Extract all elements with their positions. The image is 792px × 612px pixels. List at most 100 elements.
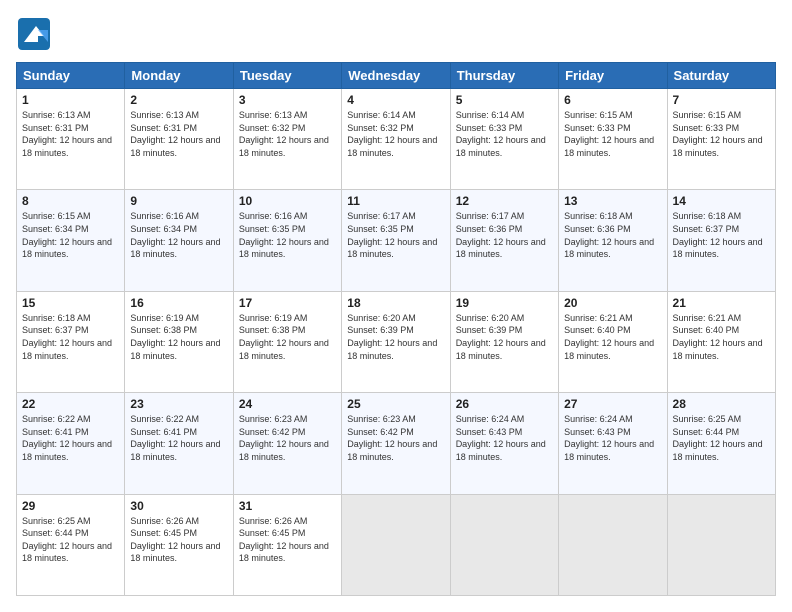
day-info: Sunrise: 6:15 AMSunset: 6:33 PMDaylight:… <box>564 109 661 159</box>
day-info: Sunrise: 6:17 AMSunset: 6:35 PMDaylight:… <box>347 210 444 260</box>
day-number: 9 <box>130 194 227 208</box>
calendar-week-row: 15 Sunrise: 6:18 AMSunset: 6:37 PMDayligh… <box>17 291 776 392</box>
calendar-week-row: 1 Sunrise: 6:13 AMSunset: 6:31 PMDaylight… <box>17 89 776 190</box>
day-number: 6 <box>564 93 661 107</box>
day-info: Sunrise: 6:18 AMSunset: 6:37 PMDaylight:… <box>673 210 770 260</box>
day-number: 30 <box>130 499 227 513</box>
day-number: 26 <box>456 397 553 411</box>
day-info: Sunrise: 6:19 AMSunset: 6:38 PMDaylight:… <box>130 312 227 362</box>
day-info: Sunrise: 6:16 AMSunset: 6:35 PMDaylight:… <box>239 210 336 260</box>
day-info: Sunrise: 6:22 AMSunset: 6:41 PMDaylight:… <box>22 413 119 463</box>
day-info: Sunrise: 6:15 AMSunset: 6:33 PMDaylight:… <box>673 109 770 159</box>
day-number: 29 <box>22 499 119 513</box>
calendar-day-cell: 11 Sunrise: 6:17 AMSunset: 6:35 PMDayligh… <box>342 190 450 291</box>
logo <box>16 16 56 52</box>
day-number: 14 <box>673 194 770 208</box>
day-number: 31 <box>239 499 336 513</box>
day-number: 11 <box>347 194 444 208</box>
day-number: 5 <box>456 93 553 107</box>
logo-icon <box>16 16 52 52</box>
calendar-day-cell: 28 Sunrise: 6:25 AMSunset: 6:44 PMDayligh… <box>667 393 775 494</box>
day-info: Sunrise: 6:20 AMSunset: 6:39 PMDaylight:… <box>347 312 444 362</box>
calendar-day-cell: 15 Sunrise: 6:18 AMSunset: 6:37 PMDayligh… <box>17 291 125 392</box>
calendar-week-row: 29 Sunrise: 6:25 AMSunset: 6:44 PMDayligh… <box>17 494 776 595</box>
day-info: Sunrise: 6:14 AMSunset: 6:32 PMDaylight:… <box>347 109 444 159</box>
day-number: 18 <box>347 296 444 310</box>
calendar-day-cell: 9 Sunrise: 6:16 AMSunset: 6:34 PMDaylight… <box>125 190 233 291</box>
calendar-week-row: 22 Sunrise: 6:22 AMSunset: 6:41 PMDayligh… <box>17 393 776 494</box>
calendar-day-cell: 26 Sunrise: 6:24 AMSunset: 6:43 PMDayligh… <box>450 393 558 494</box>
day-info: Sunrise: 6:25 AMSunset: 6:44 PMDaylight:… <box>673 413 770 463</box>
calendar-day-cell: 6 Sunrise: 6:15 AMSunset: 6:33 PMDaylight… <box>559 89 667 190</box>
day-number: 17 <box>239 296 336 310</box>
calendar-day-cell: 18 Sunrise: 6:20 AMSunset: 6:39 PMDayligh… <box>342 291 450 392</box>
day-info: Sunrise: 6:23 AMSunset: 6:42 PMDaylight:… <box>347 413 444 463</box>
page: SundayMondayTuesdayWednesdayThursdayFrid… <box>0 0 792 612</box>
day-number: 27 <box>564 397 661 411</box>
day-info: Sunrise: 6:13 AMSunset: 6:32 PMDaylight:… <box>239 109 336 159</box>
day-info: Sunrise: 6:24 AMSunset: 6:43 PMDaylight:… <box>564 413 661 463</box>
day-number: 2 <box>130 93 227 107</box>
calendar-day-cell <box>559 494 667 595</box>
day-number: 23 <box>130 397 227 411</box>
day-info: Sunrise: 6:18 AMSunset: 6:36 PMDaylight:… <box>564 210 661 260</box>
calendar-header-cell: Thursday <box>450 63 558 89</box>
calendar-day-cell: 21 Sunrise: 6:21 AMSunset: 6:40 PMDayligh… <box>667 291 775 392</box>
day-info: Sunrise: 6:20 AMSunset: 6:39 PMDaylight:… <box>456 312 553 362</box>
day-number: 4 <box>347 93 444 107</box>
day-info: Sunrise: 6:15 AMSunset: 6:34 PMDaylight:… <box>22 210 119 260</box>
day-number: 21 <box>673 296 770 310</box>
day-number: 7 <box>673 93 770 107</box>
day-number: 20 <box>564 296 661 310</box>
day-number: 10 <box>239 194 336 208</box>
day-number: 24 <box>239 397 336 411</box>
day-info: Sunrise: 6:16 AMSunset: 6:34 PMDaylight:… <box>130 210 227 260</box>
calendar-day-cell <box>667 494 775 595</box>
day-info: Sunrise: 6:13 AMSunset: 6:31 PMDaylight:… <box>130 109 227 159</box>
day-info: Sunrise: 6:17 AMSunset: 6:36 PMDaylight:… <box>456 210 553 260</box>
calendar-day-cell: 16 Sunrise: 6:19 AMSunset: 6:38 PMDayligh… <box>125 291 233 392</box>
day-info: Sunrise: 6:14 AMSunset: 6:33 PMDaylight:… <box>456 109 553 159</box>
day-number: 13 <box>564 194 661 208</box>
calendar-header-cell: Sunday <box>17 63 125 89</box>
calendar-day-cell: 5 Sunrise: 6:14 AMSunset: 6:33 PMDaylight… <box>450 89 558 190</box>
day-number: 16 <box>130 296 227 310</box>
day-info: Sunrise: 6:18 AMSunset: 6:37 PMDaylight:… <box>22 312 119 362</box>
day-info: Sunrise: 6:13 AMSunset: 6:31 PMDaylight:… <box>22 109 119 159</box>
calendar-day-cell: 4 Sunrise: 6:14 AMSunset: 6:32 PMDaylight… <box>342 89 450 190</box>
day-number: 15 <box>22 296 119 310</box>
day-info: Sunrise: 6:21 AMSunset: 6:40 PMDaylight:… <box>564 312 661 362</box>
day-info: Sunrise: 6:19 AMSunset: 6:38 PMDaylight:… <box>239 312 336 362</box>
calendar-day-cell: 25 Sunrise: 6:23 AMSunset: 6:42 PMDayligh… <box>342 393 450 494</box>
calendar-day-cell <box>450 494 558 595</box>
day-info: Sunrise: 6:25 AMSunset: 6:44 PMDaylight:… <box>22 515 119 565</box>
calendar-header-row: SundayMondayTuesdayWednesdayThursdayFrid… <box>17 63 776 89</box>
calendar-body: 1 Sunrise: 6:13 AMSunset: 6:31 PMDaylight… <box>17 89 776 596</box>
calendar-day-cell: 19 Sunrise: 6:20 AMSunset: 6:39 PMDayligh… <box>450 291 558 392</box>
day-info: Sunrise: 6:24 AMSunset: 6:43 PMDaylight:… <box>456 413 553 463</box>
calendar-day-cell: 14 Sunrise: 6:18 AMSunset: 6:37 PMDayligh… <box>667 190 775 291</box>
calendar-day-cell: 27 Sunrise: 6:24 AMSunset: 6:43 PMDayligh… <box>559 393 667 494</box>
calendar-day-cell: 29 Sunrise: 6:25 AMSunset: 6:44 PMDayligh… <box>17 494 125 595</box>
calendar-day-cell: 17 Sunrise: 6:19 AMSunset: 6:38 PMDayligh… <box>233 291 341 392</box>
calendar-day-cell: 3Sunrise: 6:13 AMSunset: 6:32 PMDaylight… <box>233 89 341 190</box>
calendar-day-cell: 7 Sunrise: 6:15 AMSunset: 6:33 PMDaylight… <box>667 89 775 190</box>
day-number: 22 <box>22 397 119 411</box>
day-number: 1 <box>22 93 119 107</box>
day-number: 19 <box>456 296 553 310</box>
day-number: 8 <box>22 194 119 208</box>
calendar-day-cell: 20 Sunrise: 6:21 AMSunset: 6:40 PMDayligh… <box>559 291 667 392</box>
day-info: Sunrise: 6:22 AMSunset: 6:41 PMDaylight:… <box>130 413 227 463</box>
day-number: 28 <box>673 397 770 411</box>
day-info: Sunrise: 6:21 AMSunset: 6:40 PMDaylight:… <box>673 312 770 362</box>
calendar-table: SundayMondayTuesdayWednesdayThursdayFrid… <box>16 62 776 596</box>
day-number: 12 <box>456 194 553 208</box>
calendar-day-cell: 22 Sunrise: 6:22 AMSunset: 6:41 PMDayligh… <box>17 393 125 494</box>
calendar-day-cell: 13 Sunrise: 6:18 AMSunset: 6:36 PMDayligh… <box>559 190 667 291</box>
calendar-day-cell: 23 Sunrise: 6:22 AMSunset: 6:41 PMDayligh… <box>125 393 233 494</box>
calendar-day-cell: 30Sunrise: 6:26 AMSunset: 6:45 PMDayligh… <box>125 494 233 595</box>
calendar-header-cell: Saturday <box>667 63 775 89</box>
header <box>16 16 776 52</box>
day-number: 25 <box>347 397 444 411</box>
calendar-day-cell: 12 Sunrise: 6:17 AMSunset: 6:36 PMDayligh… <box>450 190 558 291</box>
